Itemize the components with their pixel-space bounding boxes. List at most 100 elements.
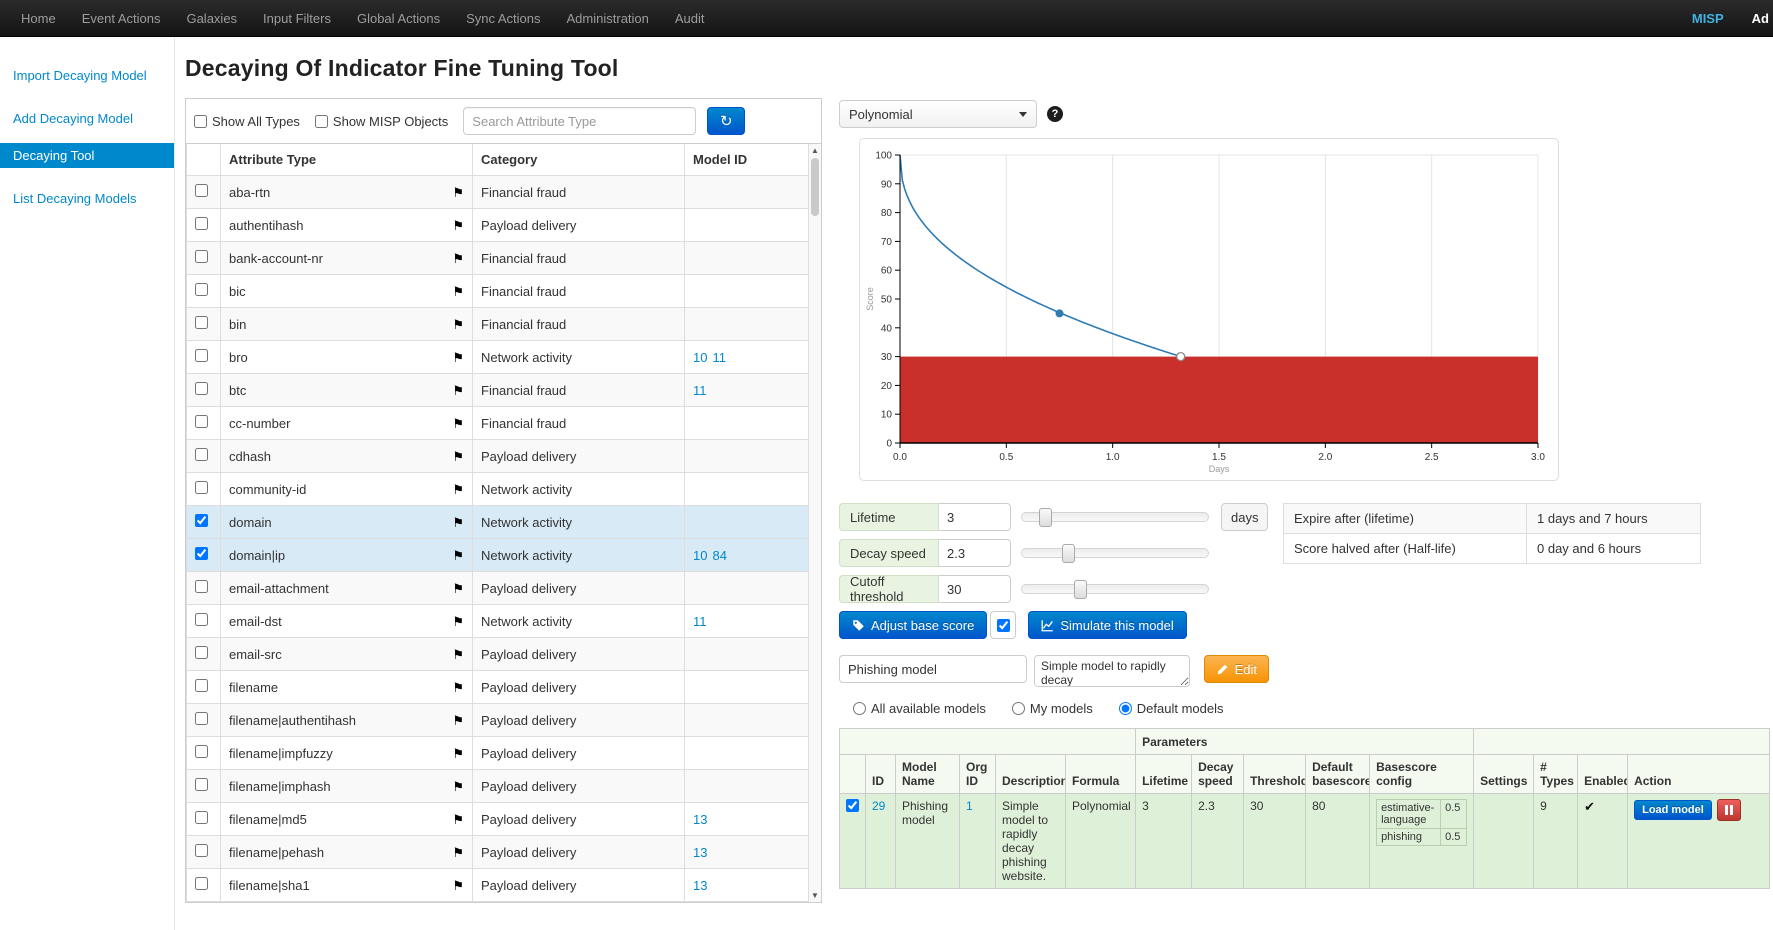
attribute-row-community-id[interactable]: community-id⚑Network activity — [187, 473, 811, 506]
attribute-checkbox[interactable] — [195, 415, 208, 428]
attribute-table-scrollbar[interactable]: ▲ ▼ — [808, 144, 821, 902]
flag-icon[interactable]: ⚑ — [452, 681, 464, 694]
model-name-input[interactable] — [839, 655, 1027, 683]
misp-brand[interactable]: MISP — [1692, 11, 1724, 26]
attribute-checkbox[interactable] — [195, 184, 208, 197]
model-id-link-13[interactable]: 13 — [693, 845, 707, 860]
sidebar-item-add-decaying-model[interactable]: Add Decaying Model — [0, 106, 174, 131]
flag-icon[interactable]: ⚑ — [452, 219, 464, 232]
sidebar-item-decaying-tool[interactable]: Decaying Tool — [0, 143, 174, 168]
attribute-checkbox[interactable] — [195, 646, 208, 659]
attribute-checkbox[interactable] — [195, 514, 208, 527]
nav-item-event-actions[interactable]: Event Actions — [69, 0, 174, 37]
nav-item-home[interactable]: Home — [8, 0, 69, 37]
model-id-link-10[interactable]: 10 — [693, 350, 707, 365]
flag-icon[interactable]: ⚑ — [452, 384, 464, 397]
sidebar-item-list-decaying-models[interactable]: List Decaying Models — [0, 186, 174, 211]
attribute-checkbox[interactable] — [195, 844, 208, 857]
attribute-row-cdhash[interactable]: cdhash⚑Payload delivery — [187, 440, 811, 473]
model-filter-radio-default-models[interactable] — [1119, 702, 1132, 715]
formula-select[interactable]: Polynomial — [839, 100, 1037, 128]
model-id-link-11[interactable]: 11 — [712, 350, 726, 365]
attribute-row-bro[interactable]: bro⚑Network activity1011 — [187, 341, 811, 374]
show-misp-objects-checkbox[interactable] — [315, 115, 328, 128]
show-all-types-checkbox[interactable] — [194, 115, 207, 128]
attribute-checkbox[interactable] — [195, 448, 208, 461]
flag-icon[interactable]: ⚑ — [452, 252, 464, 265]
org-id-link[interactable]: 1 — [966, 799, 973, 813]
attribute-row-filename-imphash[interactable]: filename|imphash⚑Payload delivery — [187, 770, 811, 803]
nav-item-sync-actions[interactable]: Sync Actions — [453, 0, 553, 37]
model-id-link-84[interactable]: 84 — [712, 548, 726, 563]
model-row-checkbox[interactable] — [846, 799, 859, 812]
lifetime-input[interactable] — [939, 503, 1011, 531]
attribute-row-aba-rtn[interactable]: aba-rtn⚑Financial fraud — [187, 176, 811, 209]
attribute-row-filename-impfuzzy[interactable]: filename|impfuzzy⚑Payload delivery — [187, 737, 811, 770]
load-model-button[interactable]: Load model — [1634, 800, 1712, 820]
scroll-down-icon[interactable]: ▼ — [809, 891, 821, 900]
scroll-up-icon[interactable]: ▲ — [809, 146, 821, 155]
attribute-row-filename-sha1[interactable]: filename|sha1⚑Payload delivery13 — [187, 869, 811, 902]
nav-item-galaxies[interactable]: Galaxies — [173, 0, 250, 37]
attribute-checkbox[interactable] — [195, 250, 208, 263]
attribute-checkbox[interactable] — [195, 877, 208, 890]
attribute-checkbox[interactable] — [195, 613, 208, 626]
attribute-checkbox[interactable] — [195, 679, 208, 692]
model-filter-my-models[interactable]: My models — [1012, 701, 1093, 716]
attribute-checkbox[interactable] — [195, 349, 208, 362]
model-row-29[interactable]: 29Phishing model1Simple model to rapidly… — [840, 794, 1770, 889]
adjust-base-score-checkbox[interactable] — [997, 619, 1010, 632]
attribute-row-filename-md5[interactable]: filename|md5⚑Payload delivery13 — [187, 803, 811, 836]
attribute-row-cc-number[interactable]: cc-number⚑Financial fraud — [187, 407, 811, 440]
flag-icon[interactable]: ⚑ — [452, 483, 464, 496]
flag-icon[interactable]: ⚑ — [452, 450, 464, 463]
attribute-checkbox[interactable] — [195, 778, 208, 791]
cutoff-threshold-input[interactable] — [939, 575, 1011, 603]
flag-icon[interactable]: ⚑ — [452, 846, 464, 859]
attribute-checkbox[interactable] — [195, 481, 208, 494]
model-id-link-11[interactable]: 11 — [693, 383, 707, 398]
attribute-row-email-attachment[interactable]: email-attachment⚑Payload delivery — [187, 572, 811, 605]
simulate-model-button[interactable]: Simulate this model — [1028, 611, 1186, 639]
attribute-row-email-dst[interactable]: email-dst⚑Network activity11 — [187, 605, 811, 638]
model-id-link-13[interactable]: 13 — [693, 878, 707, 893]
model-id-link-10[interactable]: 10 — [693, 548, 707, 563]
attribute-row-authentihash[interactable]: authentihash⚑Payload delivery — [187, 209, 811, 242]
attribute-row-email-src[interactable]: email-src⚑Payload delivery — [187, 638, 811, 671]
nav-item-input-filters[interactable]: Input Filters — [250, 0, 344, 37]
help-icon[interactable]: ? — [1047, 106, 1063, 122]
refresh-button[interactable]: ↻ — [707, 107, 745, 135]
flag-icon[interactable]: ⚑ — [452, 417, 464, 430]
flag-icon[interactable]: ⚑ — [452, 747, 464, 760]
attribute-row-bin[interactable]: bin⚑Financial fraud — [187, 308, 811, 341]
flag-icon[interactable]: ⚑ — [452, 582, 464, 595]
nav-item-global-actions[interactable]: Global Actions — [344, 0, 453, 37]
attribute-row-filename-pehash[interactable]: filename|pehash⚑Payload delivery13 — [187, 836, 811, 869]
attribute-row-domain[interactable]: domain⚑Network activity — [187, 506, 811, 539]
pause-model-button[interactable] — [1717, 799, 1741, 821]
attribute-row-bank-account-nr[interactable]: bank-account-nr⚑Financial fraud — [187, 242, 811, 275]
decay-speed-slider[interactable] — [1021, 548, 1209, 558]
flag-icon[interactable]: ⚑ — [452, 714, 464, 727]
nav-item-audit[interactable]: Audit — [662, 0, 718, 37]
scrollbar-thumb[interactable] — [811, 158, 819, 216]
attribute-checkbox[interactable] — [195, 217, 208, 230]
attribute-checkbox[interactable] — [195, 382, 208, 395]
flag-icon[interactable]: ⚑ — [452, 186, 464, 199]
model-filter-radio-all-available-models[interactable] — [853, 702, 866, 715]
sidebar-item-import-decaying-model[interactable]: Import Decaying Model — [0, 63, 174, 88]
decay-speed-input[interactable] — [939, 539, 1011, 567]
flag-icon[interactable]: ⚑ — [452, 648, 464, 661]
attribute-checkbox[interactable] — [195, 580, 208, 593]
flag-icon[interactable]: ⚑ — [452, 549, 464, 562]
flag-icon[interactable]: ⚑ — [452, 813, 464, 826]
flag-icon[interactable]: ⚑ — [452, 780, 464, 793]
model-id-link[interactable]: 29 — [872, 799, 885, 813]
model-filter-default-models[interactable]: Default models — [1119, 701, 1224, 716]
cutoff-threshold-slider[interactable] — [1021, 584, 1209, 594]
attribute-row-bic[interactable]: bic⚑Financial fraud — [187, 275, 811, 308]
edit-model-button[interactable]: Edit — [1204, 655, 1269, 683]
attribute-row-filename[interactable]: filename⚑Payload delivery — [187, 671, 811, 704]
flag-icon[interactable]: ⚑ — [452, 615, 464, 628]
attribute-checkbox[interactable] — [195, 547, 208, 560]
